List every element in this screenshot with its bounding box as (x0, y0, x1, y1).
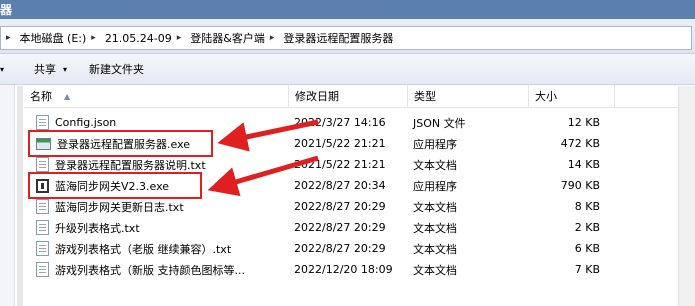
arrow-icon (207, 155, 319, 197)
annotation-arrows (207, 119, 319, 197)
arrow-icon (217, 119, 319, 152)
